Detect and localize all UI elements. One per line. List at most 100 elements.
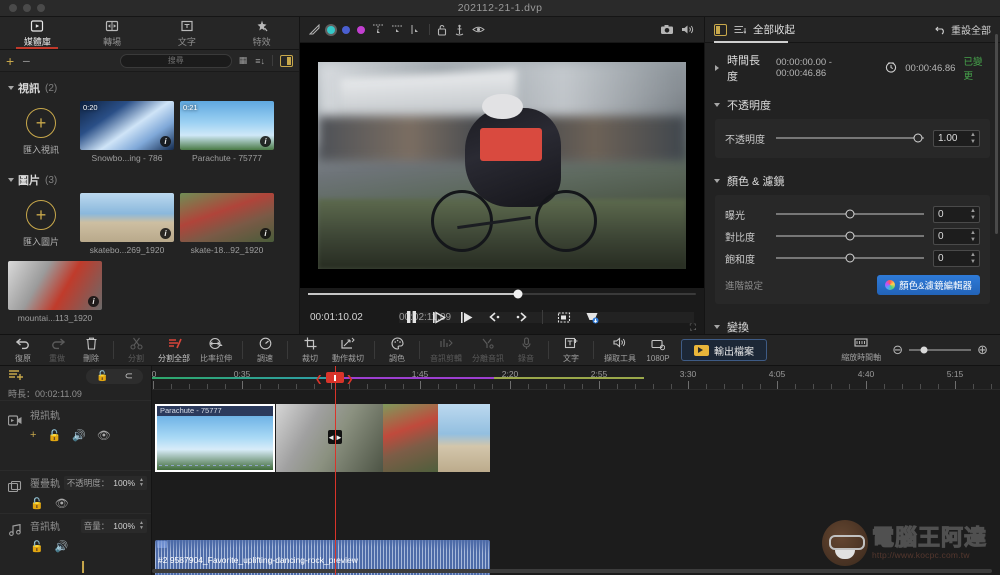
info-icon[interactable]: i [160, 136, 171, 147]
slider-handle[interactable] [913, 133, 923, 143]
stepper-icon[interactable]: ▲ ▼ [969, 132, 977, 145]
marker-dot-magenta[interactable] [357, 25, 365, 34]
contrast-slider[interactable] [776, 231, 924, 241]
saturation-slider[interactable] [776, 253, 924, 263]
step-forward-frame-button[interactable] [460, 311, 474, 324]
lock-all-tracks-icon[interactable]: 🔓 [96, 371, 108, 382]
split-all-button[interactable]: 分割全部 [153, 337, 195, 364]
playhead-handle[interactable] [326, 372, 344, 383]
slider-handle[interactable] [845, 253, 855, 263]
toggle-panel-icon[interactable] [280, 54, 293, 67]
add-media-button[interactable]: + [6, 54, 14, 68]
contrast-value-input[interactable]: 0 ▲ ▼ [933, 227, 980, 245]
mute-icon[interactable]: 🔊 [72, 429, 86, 442]
audio-edit-button[interactable]: 音訊剪輯 [425, 337, 467, 364]
sort-icon[interactable]: ≡↓ [255, 56, 265, 66]
duration-row[interactable]: 時間長度 00:00:00.00 - 00:00:46.86 00:00:46.… [705, 45, 1000, 90]
opacity-section-header[interactable]: 不透明度 [705, 90, 1000, 119]
anchor-icon[interactable] [454, 24, 465, 36]
stepper-icon[interactable]: ▲ ▼ [969, 208, 977, 221]
media-item[interactable]: i skate-18...92_1920 [180, 193, 274, 255]
ruler-icon[interactable] [309, 24, 320, 35]
eye-icon[interactable]: 👁 [97, 429, 111, 442]
speed-adjust-button[interactable]: 調速 [248, 337, 282, 364]
lock-icon[interactable]: 🔓 [47, 429, 61, 442]
zoom-out-icon[interactable]: ⊖ [892, 342, 903, 358]
timeline-clip[interactable]: Parachute - 75777 [155, 404, 275, 472]
transform-section-header[interactable]: 變換 [705, 312, 1000, 334]
marker-dot-blue[interactable] [342, 25, 350, 34]
align-right-icon[interactable] [410, 24, 422, 35]
timeline-ruler[interactable]: 0 0:35 1:45 2:20 2:55 3:30 4:05 4:40 5:1… [152, 366, 1000, 390]
eye-icon[interactable] [472, 25, 485, 34]
zoom-slider[interactable] [909, 346, 972, 354]
tab-effects[interactable]: 特效 [224, 17, 299, 49]
preview-scrubber[interactable] [308, 289, 696, 299]
lock-icon[interactable]: 🔓 [30, 540, 44, 553]
plus-icon[interactable]: + [30, 429, 36, 442]
step-back-frame-button[interactable] [432, 310, 446, 324]
section-header-video[interactable]: 視訊 (2) [0, 75, 299, 99]
remove-media-button[interactable]: − [22, 54, 30, 68]
undo-button[interactable]: 復原 [6, 337, 40, 364]
media-item[interactable]: 0:20 i Snowbo...ing - 786 [80, 101, 174, 163]
next-marker-button[interactable] [515, 311, 528, 323]
pause-button[interactable] [405, 310, 418, 324]
info-icon[interactable]: i [88, 296, 99, 307]
search-input[interactable]: 搜尋 [119, 53, 232, 68]
stepper-icon[interactable]: ▲ ▼ [969, 230, 977, 243]
fit-timeline-button[interactable]: 縮放時間軸 [836, 337, 886, 363]
link-all-tracks-icon[interactable]: ⊂ [125, 371, 133, 382]
timeline-clip[interactable] [383, 404, 438, 472]
grid-view-icon[interactable]: ▦ [239, 55, 249, 66]
import-image-button[interactable]: + 匯入圖片 [8, 193, 74, 255]
stepper-icon[interactable]: ▲ ▼ [969, 252, 977, 265]
marker-icon[interactable]: ❙ [78, 559, 88, 573]
redo-button[interactable]: 重做 [40, 337, 74, 364]
slider-handle[interactable] [845, 231, 855, 241]
tab-text[interactable]: 文字 [150, 17, 225, 49]
info-icon[interactable]: i [260, 228, 271, 239]
volume-icon[interactable] [681, 24, 695, 35]
panel-toggle-icon[interactable] [714, 23, 727, 36]
overlay-opacity-field[interactable]: 不透明度： 100% ▲ ▼ [63, 476, 147, 491]
save-frame-button[interactable] [585, 311, 599, 324]
text-button[interactable]: 文字 [554, 337, 588, 364]
reset-all-button[interactable]: 重設全部 [935, 22, 991, 37]
media-item[interactable]: i skatebo...269_1920 [80, 193, 174, 255]
section-header-audio[interactable]: 音訊 (1) [0, 327, 299, 334]
align-left-icon[interactable] [372, 24, 384, 35]
properties-scrollbar[interactable] [995, 34, 998, 234]
eye-icon[interactable]: 👁 [55, 497, 69, 510]
exposure-slider[interactable] [776, 209, 924, 219]
scrubber-handle[interactable] [513, 289, 523, 299]
color-grade-button[interactable]: 調色 [380, 336, 414, 364]
marker-dot-cyan[interactable] [327, 25, 335, 34]
info-icon[interactable]: i [260, 136, 271, 147]
motion-crop-button[interactable]: 動作裁切 [327, 337, 369, 364]
collapse-all-label[interactable]: 全部收起 [753, 22, 795, 37]
media-item[interactable]: 0:21 i Parachute - 75777 [180, 101, 274, 163]
crop-button[interactable]: 裁切 [293, 337, 327, 364]
resolution-button[interactable]: 1080P [641, 338, 675, 363]
stepper-icon[interactable]: ▲ ▼ [139, 478, 144, 488]
color-filter-editor-button[interactable]: 顏色&濾鏡編輯器 [877, 275, 980, 295]
record-button[interactable]: 錄音 [509, 336, 543, 364]
camera-icon[interactable] [660, 24, 674, 35]
exposure-value-input[interactable]: 0 ▲ ▼ [933, 205, 980, 223]
section-header-image[interactable]: 圖片 (3) [0, 167, 299, 191]
detach-audio-button[interactable]: 分離音訊 [467, 337, 509, 364]
split-button[interactable]: 分割 [119, 337, 153, 364]
color-section-header[interactable]: 顏色 & 濾鏡 [705, 166, 1000, 195]
zoom-slider-handle[interactable] [920, 346, 928, 354]
slider-handle[interactable] [845, 209, 855, 219]
tab-transitions[interactable]: 轉場 [75, 17, 150, 49]
snapshot-button[interactable] [557, 311, 571, 324]
video-track-lane[interactable]: Parachute - 75777 ◄► [152, 404, 1000, 472]
export-button[interactable]: 輸出檔案 [681, 339, 767, 361]
preview-stage[interactable] [300, 43, 704, 288]
playhead-left-arrow[interactable]: ❮ [315, 374, 323, 385]
stepper-icon[interactable]: ▲ ▼ [139, 521, 144, 531]
info-icon[interactable]: i [160, 228, 171, 239]
capture-tool-button[interactable]: 擷取工具 [599, 336, 641, 364]
